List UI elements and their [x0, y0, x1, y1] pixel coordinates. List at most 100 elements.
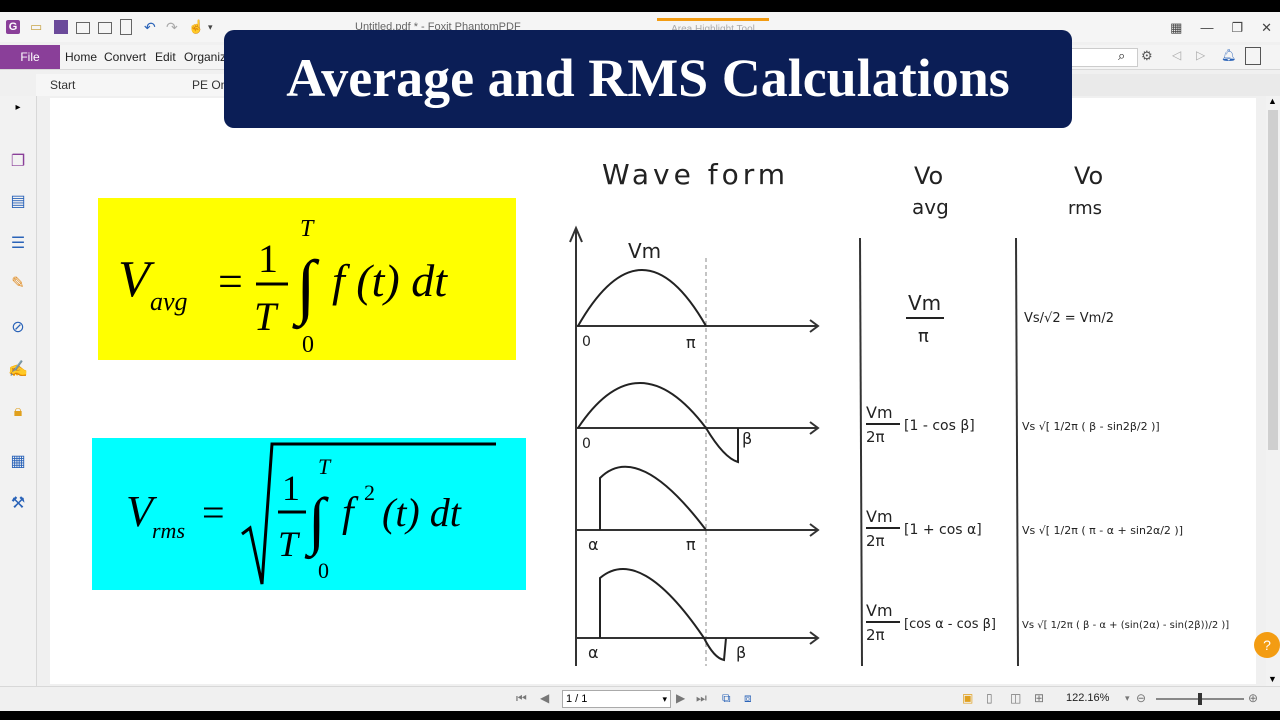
rms-row-4: Vs √[ 1/2π ( β - α + (sin(2α) - sin(2β))… [1022, 620, 1229, 631]
scroll-thumb[interactable] [1268, 110, 1278, 450]
restore-icon[interactable]: ❐ [1231, 20, 1243, 36]
lock-icon[interactable]: 🔒︎ [8, 402, 28, 422]
waveform-1-curve [577, 269, 707, 327]
slide-title-banner: Average and RMS Calculations [224, 30, 1072, 128]
avg-integrand: f (t) dt [332, 255, 448, 306]
save-icon[interactable] [54, 20, 68, 34]
avg-formula-box: V avg = 1 T ∫ T 0 f (t) dt [98, 198, 516, 360]
vertical-scrollbar[interactable]: ▲ ? ▼ [1254, 96, 1280, 686]
avg-row-2-num: Vm [866, 403, 893, 422]
rms-formula: V rms = 1 T ∫ T 0 f 2 (t) dt [92, 438, 526, 590]
app-logo-icon: G [6, 20, 20, 34]
label-alpha: α [588, 535, 599, 554]
page-number-input[interactable]: 1 / 1 ▾ [562, 690, 671, 708]
zoom-in-icon[interactable]: ⊕ [1248, 691, 1258, 705]
last-page-icon[interactable]: ⏭ [696, 691, 707, 706]
rms-lower-limit: 0 [318, 558, 329, 583]
bookmark-icon[interactable]: ❐ [8, 152, 28, 172]
waveform-table: Wave form Vo avg Vo rms Vm 0 π 0 β α π α… [569, 158, 1229, 667]
pages-icon[interactable]: ▤ [8, 192, 28, 212]
tools-icon[interactable]: ⚒ [8, 494, 28, 514]
label-pi: π [686, 535, 696, 554]
prev-page-icon[interactable]: ◀ [540, 691, 549, 705]
rms-upper-limit: T [318, 454, 332, 479]
avg-row-4-num: Vm [866, 601, 893, 620]
comments-icon[interactable]: ✎ [8, 274, 28, 294]
menu-edit[interactable]: Edit [155, 50, 176, 64]
menu-home[interactable]: Home [65, 50, 97, 64]
user-icon[interactable] [1245, 47, 1261, 65]
avg-row-4-den: 2π [866, 626, 885, 644]
ribbon-toggle-icon[interactable]: ▦ [1170, 20, 1182, 36]
header-waveform: Wave form [602, 158, 789, 191]
zoom-slider-thumb[interactable] [1198, 693, 1202, 705]
minimize-icon[interactable]: — [1200, 20, 1213, 36]
rms-integrand-rest: (t) dt [382, 490, 462, 535]
new-doc-icon[interactable] [120, 19, 132, 35]
avg-upper-limit: T [300, 216, 315, 242]
scroll-up-icon[interactable]: ▲ [1268, 96, 1277, 106]
scroll-down-icon[interactable]: ▼ [1268, 674, 1277, 684]
label-zero: 0 [582, 334, 591, 350]
search-icon[interactable]: ⌕ [1118, 48, 1125, 64]
menu-convert[interactable]: Convert [104, 50, 146, 64]
copy-view-icon[interactable]: ⧉ [722, 691, 731, 706]
avg-row-2-den: 2π [866, 428, 885, 446]
avg-row-1-den: π [918, 326, 929, 347]
fields-icon[interactable]: ▦ [8, 452, 28, 472]
continuous-icon[interactable]: ▯ [986, 691, 993, 705]
settings-icon[interactable]: ⚙ [1141, 48, 1153, 64]
undo-icon[interactable]: ↶ [144, 20, 158, 34]
label-beta: β [742, 429, 752, 448]
avg-row-2-rest: [1 - cos β] [904, 418, 975, 434]
nav-back-icon[interactable]: ◁ [1172, 48, 1181, 62]
avg-row-3-rest: [1 + cos α] [904, 522, 982, 538]
zoom-out-icon[interactable]: ⊖ [1136, 691, 1146, 705]
rms-integral-sign: ∫ [304, 485, 329, 560]
hand-tool-icon[interactable]: ☝ [188, 20, 204, 34]
fit-view-icon[interactable]: ⧈ [744, 691, 752, 706]
layers-icon[interactable]: ☰ [8, 234, 28, 254]
avg-row-3-num: Vm [866, 507, 893, 526]
avg-lower-limit: 0 [302, 332, 314, 358]
bell-icon[interactable]: 🔔︎ [1221, 48, 1236, 62]
single-page-icon[interactable]: ▣ [962, 691, 973, 705]
help-icon[interactable]: ? [1254, 632, 1280, 658]
pdf-page: V avg = 1 T ∫ T 0 f (t) dt V rms = 1 T ∫… [50, 98, 1256, 684]
redo-icon[interactable]: ↷ [166, 20, 180, 34]
open-folder-icon[interactable]: ▭ [30, 20, 44, 34]
two-page-icon[interactable]: ◫ [1010, 691, 1021, 705]
rms-frac-num: 1 [282, 468, 300, 508]
search-input[interactable] [1066, 48, 1138, 67]
rms-row-1: Vs/√2 = Vm/2 [1024, 311, 1114, 326]
label-beta: β [736, 643, 746, 662]
label-zero: 0 [582, 436, 591, 452]
avg-equals: = [218, 257, 243, 306]
header-rms-vo: Vo [1074, 162, 1103, 190]
avg-frac-den: T [254, 294, 279, 339]
page-dropdown-icon[interactable]: ▾ [662, 691, 667, 707]
email-icon[interactable] [98, 22, 112, 34]
zoom-dropdown-icon[interactable]: ▾ [1125, 693, 1130, 704]
first-page-icon[interactable]: ⏮ [516, 691, 527, 706]
rms-formula-box: V rms = 1 T ∫ T 0 f 2 (t) dt [92, 438, 526, 590]
expand-panel-icon[interactable]: ▸ [8, 98, 28, 118]
attachment-icon[interactable]: ⊘ [8, 318, 28, 338]
dropdown-arrow-icon[interactable]: ▾ [208, 20, 222, 34]
nav-forward-icon[interactable]: ▷ [1196, 48, 1205, 62]
two-continuous-icon[interactable]: ⊞ [1034, 691, 1044, 705]
rms-equals: = [202, 490, 225, 535]
column-divider [1015, 237, 1019, 667]
close-icon[interactable]: ✕ [1261, 20, 1272, 36]
label-vm: Vm [628, 239, 661, 263]
file-button[interactable]: File [0, 45, 60, 69]
window-controls: ▦ — ❐ ✕ [1170, 20, 1272, 36]
rms-frac-den: T [278, 524, 301, 564]
zoom-slider[interactable] [1156, 693, 1244, 705]
signature-icon[interactable]: ✍ [8, 360, 28, 380]
print-icon[interactable] [76, 22, 90, 34]
avg-row-1-num: Vm [908, 291, 941, 315]
tab-start[interactable]: Start [36, 74, 183, 96]
zoom-level[interactable]: 122.16% [1066, 692, 1109, 704]
next-page-icon[interactable]: ▶ [676, 691, 685, 705]
